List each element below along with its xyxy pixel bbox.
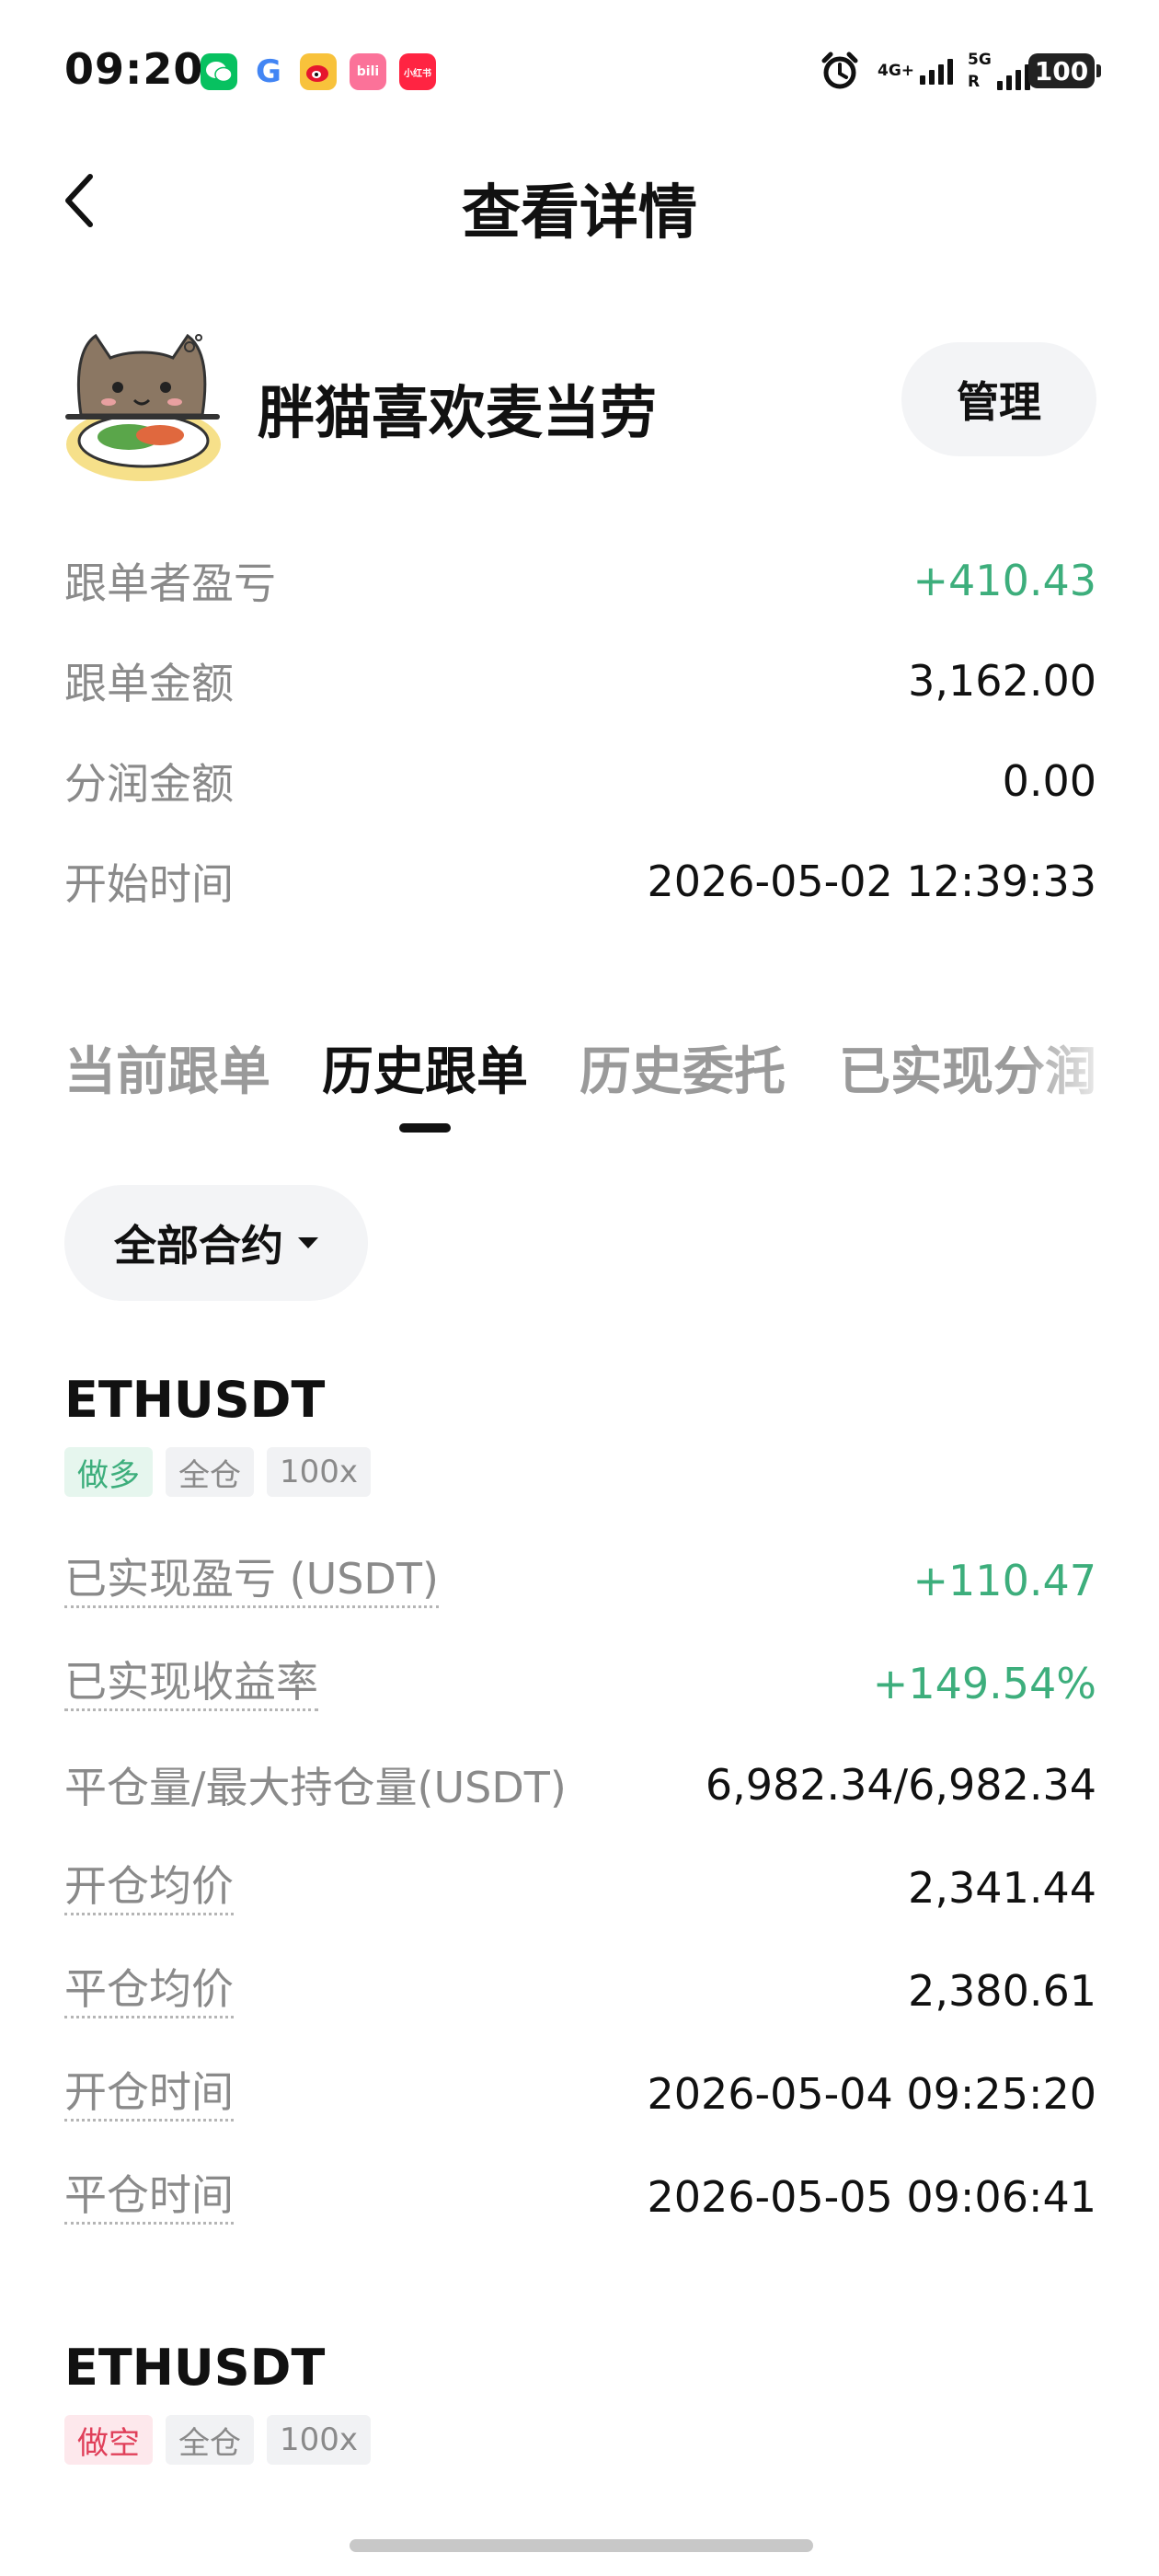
summary-row-profit-share: 分润金额 0.00 — [64, 749, 1096, 813]
status-indicators: 4G+ 5G R — [819, 48, 1030, 94]
summary-row-pnl: 跟单者盈亏 +410.43 — [64, 548, 1096, 613]
position-tags: 做多 全仓 100x — [64, 1447, 372, 1497]
manage-button[interactable]: 管理 — [901, 342, 1096, 456]
xiaohongshu-icon: 小红书 — [399, 53, 436, 90]
signal-bars-icon — [920, 57, 954, 85]
detail-value: 2,341.44 — [908, 1863, 1096, 1913]
weibo-icon — [300, 53, 337, 90]
summary-value: 3,162.00 — [908, 656, 1096, 706]
side-badge: 做多 — [64, 1447, 153, 1497]
summary-label: 跟单者盈亏 — [64, 558, 276, 608]
position-symbol: ETHUSDT — [64, 1371, 326, 1429]
detail-label[interactable]: 已实现盈亏 (USDT) — [64, 1554, 439, 1608]
tab-history-copy[interactable]: 历史跟单 — [322, 1030, 528, 1105]
summary-value: +410.43 — [912, 556, 1097, 605]
network-4g-label: 4G+ — [878, 62, 915, 80]
leverage-badge: 100x — [267, 1447, 372, 1497]
detail-value: 2026-05-04 09:25:20 — [647, 2069, 1096, 2119]
alarm-icon — [821, 52, 858, 89]
summary-value: 0.00 — [1002, 756, 1096, 806]
tab-history-orders[interactable]: 历史委托 — [580, 1030, 786, 1105]
detail-label[interactable]: 平仓均价 — [64, 1964, 234, 2018]
summary-row-amount: 跟单金额 3,162.00 — [64, 649, 1096, 713]
summary-label: 跟单金额 — [64, 659, 234, 708]
page-title: 查看详情 — [462, 179, 697, 247]
network-5g-label: 5G — [968, 51, 992, 69]
detail-label[interactable]: 开仓时间 — [64, 2067, 234, 2122]
status-time: 09:20 — [64, 44, 204, 94]
detail-label: 平仓量/最大持仓量(USDT) — [64, 1763, 567, 1812]
detail-row-open-price: 开仓均价 2,341.44 — [64, 1851, 1096, 1925]
leverage-badge: 100x — [267, 2415, 372, 2465]
detail-label[interactable]: 开仓均价 — [64, 1861, 234, 1915]
contract-filter-dropdown[interactable]: 全部合约 — [64, 1185, 368, 1301]
detail-value: 6,982.34/6,982.34 — [705, 1760, 1096, 1810]
battery-icon: 100 — [1028, 53, 1101, 88]
bilibili-icon: bili — [350, 53, 386, 90]
roaming-label: R — [968, 73, 981, 91]
margin-mode-badge: 全仓 — [166, 1447, 254, 1497]
summary-label: 开始时间 — [64, 859, 234, 909]
summary-label: 分润金额 — [64, 759, 234, 809]
wechat-icon — [201, 53, 237, 90]
filter-label: 全部合约 — [114, 1221, 283, 1271]
tab-current-copy[interactable]: 当前跟单 — [64, 1030, 270, 1105]
detail-value: +149.54% — [872, 1659, 1096, 1708]
detail-row-close-volume: 平仓量/最大持仓量(USDT) 6,982.34/6,982.34 — [64, 1748, 1096, 1822]
trader-name: 胖猫喜欢麦当劳 — [258, 379, 658, 446]
detail-row-close-price: 平仓均价 2,380.61 — [64, 1954, 1096, 2028]
detail-row-close-time: 平仓时间 2026-05-05 09:06:41 — [64, 2160, 1096, 2234]
summary-row-start-time: 开始时间 2026-05-02 12:39:33 — [64, 849, 1096, 914]
google-icon: G — [250, 53, 287, 90]
detail-row-realized-roi: 已实现收益率 +149.54% — [64, 1647, 1096, 1720]
summary-value: 2026-05-02 12:39:33 — [647, 857, 1096, 906]
tab-scroll-fade — [1021, 1012, 1159, 1113]
tab-active-indicator — [399, 1123, 451, 1133]
margin-mode-badge: 全仓 — [166, 2415, 254, 2465]
detail-value: 2026-05-05 09:06:41 — [647, 2172, 1096, 2222]
position-tags: 做空 全仓 100x — [64, 2415, 372, 2465]
detail-value: +110.47 — [912, 1556, 1097, 1605]
detail-value: 2,380.61 — [908, 1966, 1096, 2016]
caret-down-icon — [298, 1237, 318, 1248]
avatar — [64, 327, 223, 483]
detail-row-realized-pnl: 已实现盈亏 (USDT) +110.47 — [64, 1544, 1096, 1617]
position-symbol: ETHUSDT — [64, 2339, 326, 2397]
detail-row-open-time: 开仓时间 2026-05-04 09:25:20 — [64, 2057, 1096, 2131]
detail-label[interactable]: 平仓时间 — [64, 2170, 234, 2225]
detail-label[interactable]: 已实现收益率 — [64, 1657, 318, 1711]
side-badge: 做空 — [64, 2415, 153, 2465]
home-indicator[interactable] — [350, 2539, 813, 2552]
signal-bars-icon — [996, 63, 1030, 90]
